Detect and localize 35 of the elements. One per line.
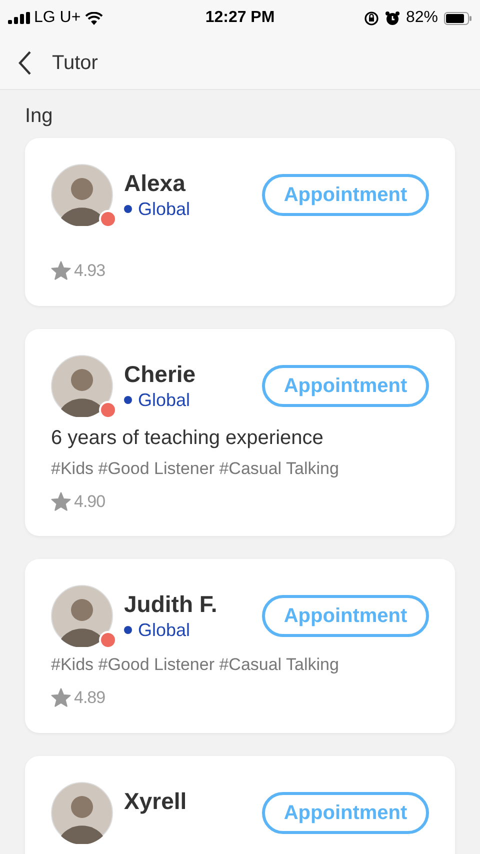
avatar-icon [51,782,113,844]
tutor-card[interactable]: Alexa Global Appointment 4.93 [25,138,455,306]
tutor-card[interactable]: Cherie Global Appointment 6 years of teaching experience #Kids #Good Listener #Casual Talking 4.90 [25,328,455,536]
clock-time: 12:27 PM [205,9,275,26]
alarm-clock-icon [384,10,400,26]
star-icon [51,261,71,280]
carrier-name: LG U+ [34,8,81,28]
region-label: Global [138,198,190,220]
signal-icon [8,12,30,24]
tutor-name: Cherie [124,360,196,388]
tutor-name: Judith F. [124,590,218,619]
rating-value: 4.93 [74,260,106,282]
star-icon [51,688,71,708]
tutor-name: Xyrell [124,786,187,816]
region-label: Global [138,388,190,410]
tutor-tags: #Kids #Good Listener #Casual Talking [51,454,429,482]
rating-value: 4.89 [74,687,106,709]
tutor-tags: #Kids #Good Listener #Casual Talking [51,651,429,679]
back-button[interactable] [16,50,34,76]
battery-icon [444,12,472,24]
page-title: Tutor [52,50,98,76]
avatar-icon [51,585,113,647]
battery-percent: 82% [406,8,438,28]
avatar-icon [51,354,113,416]
avatar-icon [51,164,113,226]
tutor-intro: 6 years of teaching experience [51,426,324,450]
tutor-card[interactable]: Judith F. Global Appointment #Kids #Good Listener #Casual Talking 4.89 [25,559,455,732]
tutor-name: Alexa [124,169,186,198]
rotation-lock-icon [364,10,379,26]
tutor-card[interactable]: Xyrell Appointment [25,756,455,854]
star-icon [51,492,71,511]
rating-value: 4.90 [74,490,106,512]
section-title: Ing [25,104,54,129]
region-label: Global [138,619,190,641]
wifi-icon [84,12,103,24]
